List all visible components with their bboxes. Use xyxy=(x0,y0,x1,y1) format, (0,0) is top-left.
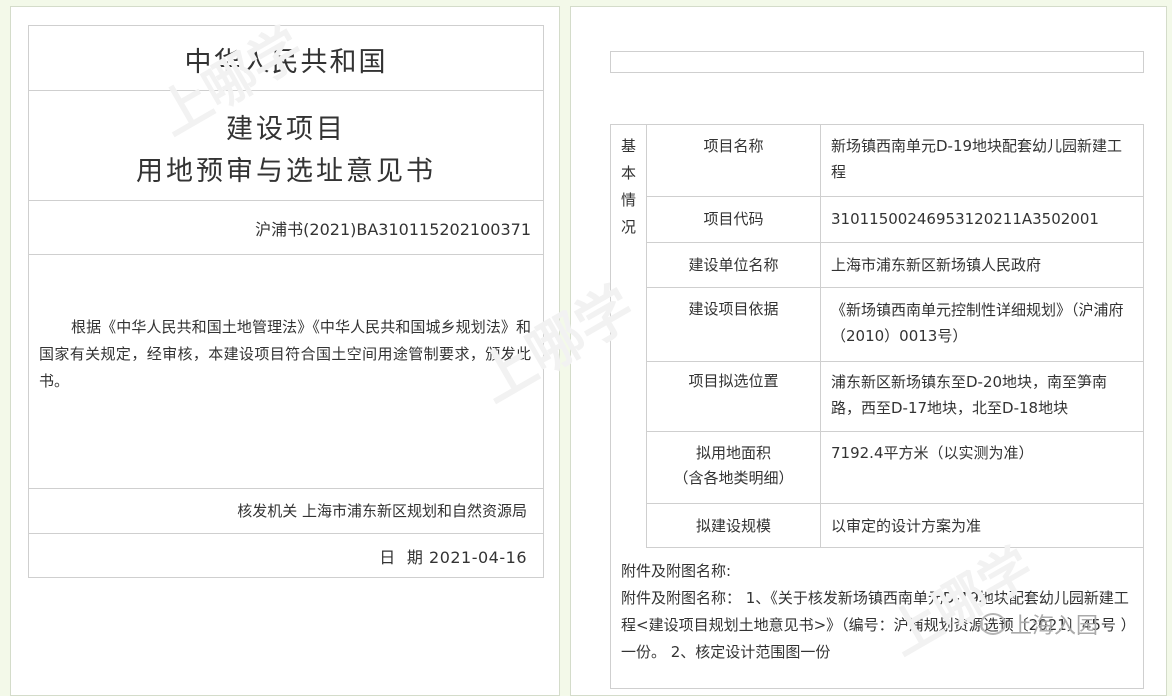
table-row: 项目拟选位置 浦东新区新场镇东至D-20地块，南至笋南路，西至D-17地块，北至… xyxy=(647,362,1143,432)
row-value: 以审定的设计方案为准 xyxy=(831,517,982,535)
row-value: 7192.4平方米（以实测为准） xyxy=(831,444,1034,462)
doc-number: 沪浦书(2021)BA310115202100371 xyxy=(255,220,531,239)
issue-date: 日 期 2021-04-16 xyxy=(379,548,527,567)
certificate-cover: 中华人民共和国 建设项目 用地预审与选址意见书 沪浦书(2021)BA31011… xyxy=(28,25,544,578)
body-row: 根据《中华人民共和国土地管理法》《中华人民共和国城乡规划法》和国家有关规定，经审… xyxy=(29,255,543,489)
row-value: 31011500246953120211A3502001 xyxy=(831,210,1099,228)
issuer: 核发机关 上海市浦东新区规划和自然资源局 xyxy=(237,502,527,520)
certificate-body: 根据《中华人民共和国土地管理法》《中华人民共和国城乡规划法》和国家有关规定，经审… xyxy=(39,318,531,390)
row-label: 项目名称 xyxy=(647,125,821,196)
table-row: 建设单位名称 上海市浦东新区新场镇人民政府 xyxy=(647,243,1143,288)
title-row: 建设项目 用地预审与选址意见书 xyxy=(29,91,543,201)
details-table: 基本情况 项目名称 新场镇西南单元D-19地块配套幼儿园新建工程 项目代码 31… xyxy=(610,124,1144,689)
table-row: 建设项目依据 《新场镇西南单元控制性详细规划》（沪浦府（2010）0013号） xyxy=(647,288,1143,362)
row-label: 项目代码 xyxy=(647,197,821,242)
doc-title-line2: 用地预审与选址意见书 xyxy=(136,156,436,187)
row-value: 上海市浦东新区新场镇人民政府 xyxy=(831,256,1042,274)
date-row: 日 期 2021-04-16 xyxy=(29,534,543,579)
account-watermark: 上海入园 xyxy=(980,608,1098,640)
row-value: 浦东新区新场镇东至D-20地块，南至笋南路，西至D-17地块，北至D-18地块 xyxy=(831,373,1108,417)
table-row: 项目名称 新场镇西南单元D-19地块配套幼儿园新建工程 xyxy=(647,125,1143,197)
table-row: 拟用地面积 （含各地类明细） 7192.4平方米（以实测为准） xyxy=(647,432,1143,504)
row-label: 拟用地面积 （含各地类明细） xyxy=(647,432,821,503)
row-value: 新场镇西南单元D-19地块配套幼儿园新建工程 xyxy=(831,137,1123,181)
row-label: 建设单位名称 xyxy=(647,243,821,287)
header-strip xyxy=(610,51,1144,73)
doc-number-row: 沪浦书(2021)BA310115202100371 xyxy=(29,201,543,255)
row-label: 项目拟选位置 xyxy=(647,362,821,431)
table-row: 项目代码 31011500246953120211A3502001 xyxy=(647,197,1143,243)
chat-bubble-icon xyxy=(980,613,1006,635)
category-label: 基本情况 xyxy=(620,137,636,236)
row-label: 建设项目依据 xyxy=(647,288,821,361)
account-name: 上海入园 xyxy=(1010,614,1099,639)
category-cell: 基本情况 xyxy=(611,125,647,548)
row-label: 拟建设规模 xyxy=(647,504,821,547)
country-name: 中华人民共和国 xyxy=(184,47,388,78)
doc-title-line1: 建设项目 xyxy=(226,114,346,145)
table-row: 拟建设规模 以审定的设计方案为准 xyxy=(647,504,1143,548)
issuer-row: 核发机关 上海市浦东新区规划和自然资源局 xyxy=(29,489,543,534)
row-value: 《新场镇西南单元控制性详细规划》（沪浦府（2010）0013号） xyxy=(831,301,1124,345)
attachments-heading: 附件及附图名称: xyxy=(621,562,732,580)
country-row: 中华人民共和国 xyxy=(29,26,543,91)
